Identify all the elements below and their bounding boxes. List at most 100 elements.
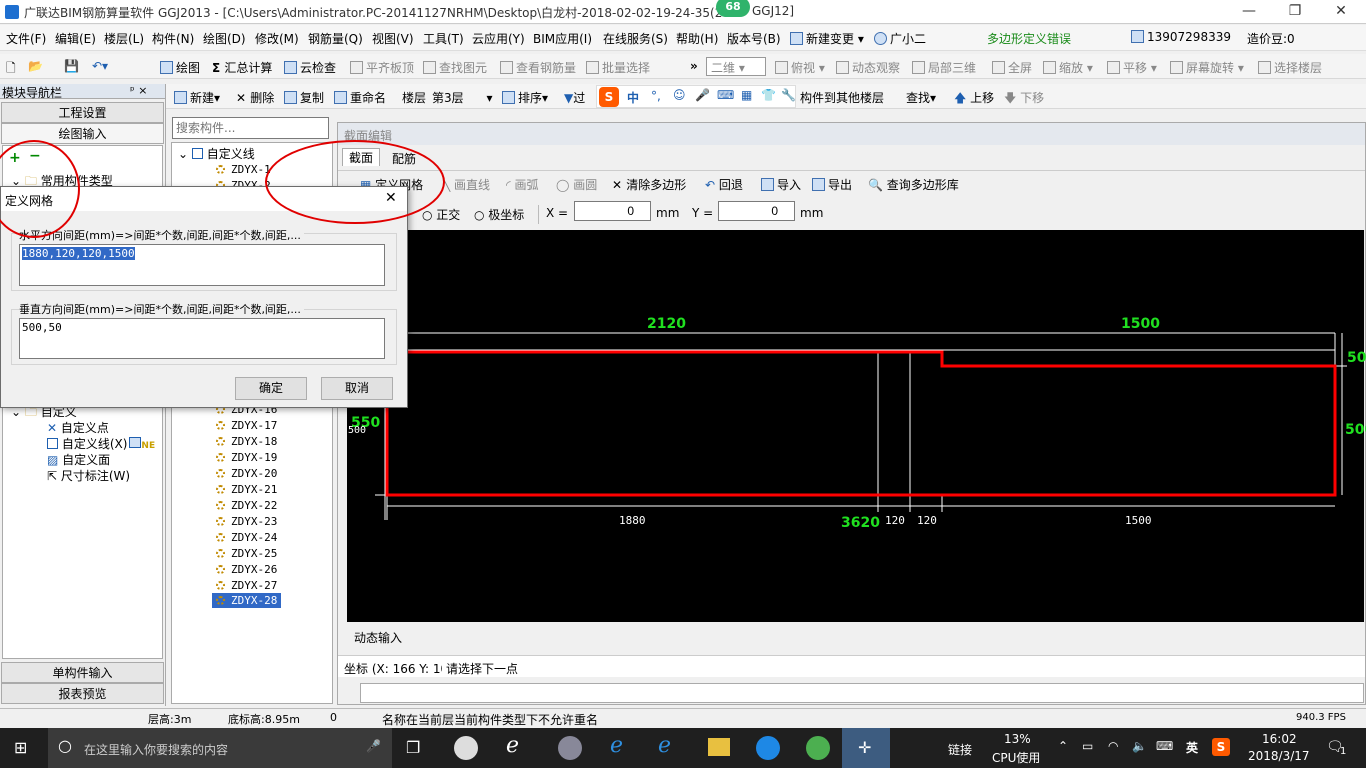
component-item[interactable]: ZDYX-17: [216, 419, 277, 432]
rename-button[interactable]: 重命名: [334, 89, 386, 106]
windows-start-icon[interactable]: ⊞: [14, 738, 27, 757]
app-green-icon[interactable]: [806, 736, 830, 760]
batch-select-button[interactable]: 批量选择: [586, 59, 650, 76]
cloud-check-button[interactable]: 云检查: [284, 59, 336, 76]
view-mode-select[interactable]: 二维 ▾: [706, 57, 766, 76]
glodon-g-icon[interactable]: [756, 736, 780, 760]
close-button[interactable]: ✕: [1318, 0, 1364, 24]
component-item[interactable]: ZDYX-19: [216, 451, 277, 464]
undo-button[interactable]: ↶ 回退: [705, 176, 743, 193]
tray-chevron-icon[interactable]: ⌃: [1058, 739, 1068, 753]
ie-browser-icon[interactable]: ℯ: [506, 733, 519, 758]
vertical-spacing-input[interactable]: 500,50: [19, 318, 385, 359]
menu-edit[interactable]: 编辑(E): [55, 30, 96, 47]
ime-keyboard-icon[interactable]: ⌨: [717, 88, 734, 102]
component-search-input[interactable]: [172, 117, 329, 139]
ime-grid-icon[interactable]: ▦: [741, 88, 752, 102]
single-component-button[interactable]: 单构件输入: [1, 662, 164, 683]
component-item[interactable]: ZDYX-1: [216, 163, 271, 176]
x-input[interactable]: [574, 201, 651, 221]
user-phone[interactable]: 13907298339: [1131, 30, 1231, 44]
component-item[interactable]: ZDYX-24: [216, 531, 277, 544]
tree-dimension[interactable]: ⇱ 尺寸标注(W): [47, 467, 130, 484]
pinwheel-app-icon[interactable]: [454, 736, 478, 760]
find-button[interactable]: 查找▾: [906, 89, 936, 106]
clear-polygon-button[interactable]: ✕ 清除多边形: [612, 176, 686, 193]
delete-button[interactable]: ✕ 删除: [236, 89, 274, 106]
active-app-tile[interactable]: ✛: [842, 728, 890, 768]
menu-help[interactable]: 帮助(H): [676, 30, 718, 47]
move-up-button[interactable]: 🡅 上移: [954, 89, 994, 110]
app-icon-gyro[interactable]: [558, 736, 582, 760]
ime-chinese-icon[interactable]: 中: [627, 89, 639, 106]
menu-version[interactable]: 版本号(B): [727, 30, 781, 47]
ime-mic-icon[interactable]: 🎤: [695, 88, 710, 102]
menu-view[interactable]: 视图(V): [372, 30, 414, 47]
sort-button[interactable]: 排序▾: [502, 89, 548, 106]
menu-draw[interactable]: 绘图(D): [203, 30, 246, 47]
draw-circle-button[interactable]: ◯ 画圆: [556, 176, 597, 193]
maximize-button[interactable]: ❐: [1272, 0, 1318, 24]
menu-cloud[interactable]: 云应用(Y): [472, 30, 525, 47]
rotate-button[interactable]: 屏幕旋转 ▾: [1170, 59, 1244, 76]
new-file-icon[interactable]: 🗋: [6, 59, 16, 80]
view-rebar-button[interactable]: 查看钢筋量: [500, 59, 576, 76]
draw-line-button[interactable]: ╲ 画直线: [443, 176, 490, 193]
undo-icon[interactable]: ↶▾: [92, 59, 108, 73]
component-item[interactable]: ZDYX-26: [216, 563, 277, 576]
pin-close-icon[interactable]: ᵖ ×: [130, 84, 147, 97]
volume-icon[interactable]: 🔈: [1132, 739, 1147, 753]
ime-emoji-icon[interactable]: ☺: [673, 88, 686, 102]
flat-top-button[interactable]: 平齐板顶: [350, 59, 414, 76]
save-icon[interactable]: 💾: [64, 59, 79, 73]
ie-browser-icon[interactable]: ℯ: [658, 733, 671, 758]
copy-button[interactable]: 复制: [284, 89, 324, 106]
menu-floor[interactable]: 楼层(L): [104, 30, 144, 47]
command-input[interactable]: [360, 683, 1364, 703]
y-input[interactable]: [718, 201, 795, 221]
notification-badge[interactable]: 68: [716, 0, 750, 17]
drawing-canvas[interactable]: 2120 1500 50 500 550 500 1880 120 120 15…: [347, 230, 1366, 622]
task-view-icon[interactable]: ❐: [406, 738, 420, 757]
file-explorer-icon[interactable]: [708, 738, 730, 756]
taskbar-search[interactable]: ○ 在这里输入你要搜索的内容 🎤: [48, 728, 392, 768]
component-item[interactable]: ZDYX-21: [216, 483, 277, 496]
menu-tools[interactable]: 工具(T): [423, 30, 464, 47]
open-file-icon[interactable]: 📂: [28, 59, 43, 73]
component-item[interactable]: ZDYX-22: [216, 499, 277, 512]
microphone-icon[interactable]: 🎤: [366, 739, 381, 753]
menu-new-change[interactable]: 新建变更 ▾: [790, 30, 864, 47]
taskbar-link-label[interactable]: 链接: [948, 741, 972, 758]
menu-assistant[interactable]: 广小二: [874, 30, 926, 47]
report-preview-button[interactable]: 报表预览: [1, 683, 164, 704]
new-component-button[interactable]: 新建▾: [174, 89, 220, 106]
component-item[interactable]: ZDYX-25: [216, 547, 277, 560]
tree-custom-face[interactable]: ▨ 自定义面: [47, 451, 110, 468]
ime-tool-icon[interactable]: 🔧: [781, 88, 796, 102]
pan-button[interactable]: 平移 ▾: [1107, 59, 1157, 76]
edge-browser-icon[interactable]: ℯ: [610, 733, 623, 758]
menu-rebar[interactable]: 钢筋量(Q): [308, 30, 363, 47]
minimize-button[interactable]: —: [1226, 0, 1272, 24]
find-element-button[interactable]: 查找图元: [423, 59, 487, 76]
zoom-button[interactable]: 缩放 ▾: [1043, 59, 1093, 76]
dynamic-input-tab[interactable]: 动态输入: [354, 629, 402, 646]
tree-custom-point[interactable]: ✕ 自定义点: [47, 419, 109, 436]
horizontal-spacing-input[interactable]: 1880,120,120,1500: [19, 244, 385, 286]
ime-toolbar[interactable]: S 中 °, ☺ 🎤 ⌨ ▦ 👕 🔧: [596, 85, 796, 108]
menu-bim[interactable]: BIM应用(I): [533, 30, 592, 47]
top-view-button[interactable]: 俯视 ▾: [775, 59, 825, 76]
query-library-button[interactable]: 🔍 查询多边形库: [868, 176, 959, 193]
export-button[interactable]: 导出: [812, 176, 852, 193]
ortho-radio[interactable]: ○ 正交: [422, 206, 460, 223]
wifi-icon[interactable]: ◠: [1108, 739, 1118, 753]
move-down-button[interactable]: 🡇 下移: [1004, 89, 1044, 110]
copy-to-floor-button[interactable]: 构件到其他楼层: [800, 89, 884, 106]
ime-punct-icon[interactable]: °,: [651, 89, 661, 103]
ime-language[interactable]: 英: [1186, 739, 1198, 756]
menu-file[interactable]: 文件(F): [6, 30, 46, 47]
cancel-button[interactable]: 取消: [321, 377, 393, 400]
menu-component[interactable]: 构件(N): [152, 30, 194, 47]
ime-skin-icon[interactable]: 👕: [761, 88, 776, 102]
import-button[interactable]: 导入: [761, 176, 801, 193]
